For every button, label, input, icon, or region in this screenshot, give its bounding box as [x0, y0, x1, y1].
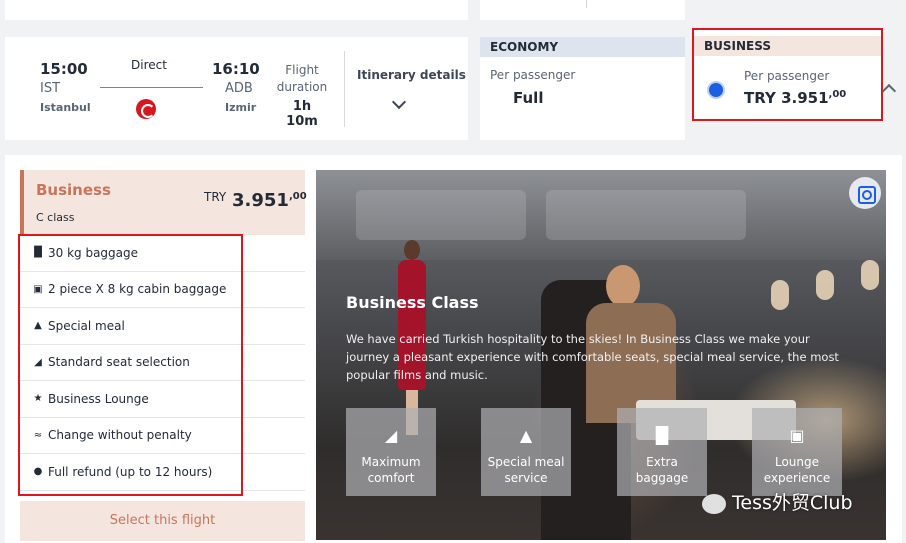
previous-flight-card-stub [5, 0, 468, 20]
promo-button-meal[interactable]: ▲ Special meal service [481, 408, 571, 496]
economy-fare-card[interactable]: ECONOMY Per passenger Full [480, 37, 685, 140]
arrival-city: Izmir [225, 101, 257, 114]
promo-button-label: experience [763, 471, 831, 485]
promo-button-lounge[interactable]: ▣ Lounge experience [752, 408, 842, 496]
duration-value: 1h 10m [286, 99, 318, 129]
flight-summary-card[interactable]: 15:00 IST Istanbul Direct 16:10 ADB Izmi… [5, 37, 468, 140]
itinerary-details-link[interactable]: Itinerary details [357, 68, 466, 82]
promo-button-label: Special meal [487, 455, 565, 469]
business-price-main: 3.951 [781, 89, 829, 107]
business-per-passenger: Per passenger [744, 69, 830, 83]
arrival-code: ADB [225, 81, 253, 96]
seat-icon: ◢ [384, 426, 398, 445]
divider [344, 51, 345, 127]
fare-currency: TRY [204, 190, 227, 204]
overhead-bin [546, 190, 746, 240]
fare-title: Business [36, 181, 111, 199]
meal-icon: ▲ [519, 426, 533, 445]
fare-detail-header: Business C class TRY 3.951,00 [20, 170, 307, 235]
departure-code: IST [40, 81, 61, 96]
overhead-bin [356, 190, 526, 240]
promo-button-comfort[interactable]: ◢ Maximum comfort [346, 408, 436, 496]
business-radio-button[interactable] [707, 81, 725, 99]
fare-class: C class [36, 211, 75, 224]
previous-fare-card-stub [480, 0, 685, 20]
chevron-up-icon[interactable] [881, 83, 897, 99]
promo-button-label: Extra [646, 455, 678, 469]
business-header: BUSINESS [694, 36, 881, 56]
promo-button-baggage[interactable]: █ Extra baggage [617, 408, 707, 496]
watermark: Tess外贸Club [702, 488, 853, 515]
fare-price: 3.951,00 [232, 190, 307, 211]
business-price-cents: ,00 [828, 89, 847, 100]
economy-header: ECONOMY [480, 37, 685, 57]
promo-button-label: baggage [635, 471, 689, 485]
stop-type: Direct [131, 58, 167, 72]
promo-title: Business Class [346, 293, 479, 312]
fare-price-cents: ,00 [288, 191, 307, 202]
chevron-down-icon[interactable] [391, 94, 407, 110]
airline-logo-icon [136, 99, 156, 119]
promo-button-label: comfort [367, 471, 415, 485]
cabin-window [816, 270, 834, 300]
cabin-window [771, 280, 789, 310]
arrival-time: 16:10 [212, 60, 260, 78]
wechat-icon [702, 493, 726, 514]
business-price: TRY 3.951,00 [744, 89, 846, 107]
fare-price-main: 3.951 [232, 190, 289, 211]
cabin-window [861, 260, 879, 290]
select-flight-button[interactable]: Select this flight [20, 501, 305, 541]
economy-fare-value: Full [513, 89, 544, 107]
scan-icon[interactable] [849, 177, 881, 209]
promo-description: We have carried Turkish hospitality to t… [346, 332, 839, 382]
departure-time: 15:00 [40, 60, 88, 78]
duration-label: Flight duration [276, 63, 328, 94]
features-highlight-box [18, 234, 243, 496]
baggage-icon: █ [655, 426, 669, 445]
departure-city: Istanbul [40, 101, 91, 114]
watermark-text: Tess外贸Club [732, 492, 853, 514]
business-currency: TRY [744, 89, 776, 107]
route-line [100, 87, 203, 88]
promo-button-label: Lounge [774, 455, 820, 469]
promo-button-label: service [504, 471, 548, 485]
business-fare-card[interactable]: BUSINESS Per passenger TRY 3.951,00 [692, 28, 883, 121]
lounge-icon: ▣ [789, 426, 805, 445]
promo-button-label: Maximum [361, 455, 421, 469]
economy-per-passenger: Per passenger [490, 68, 576, 82]
